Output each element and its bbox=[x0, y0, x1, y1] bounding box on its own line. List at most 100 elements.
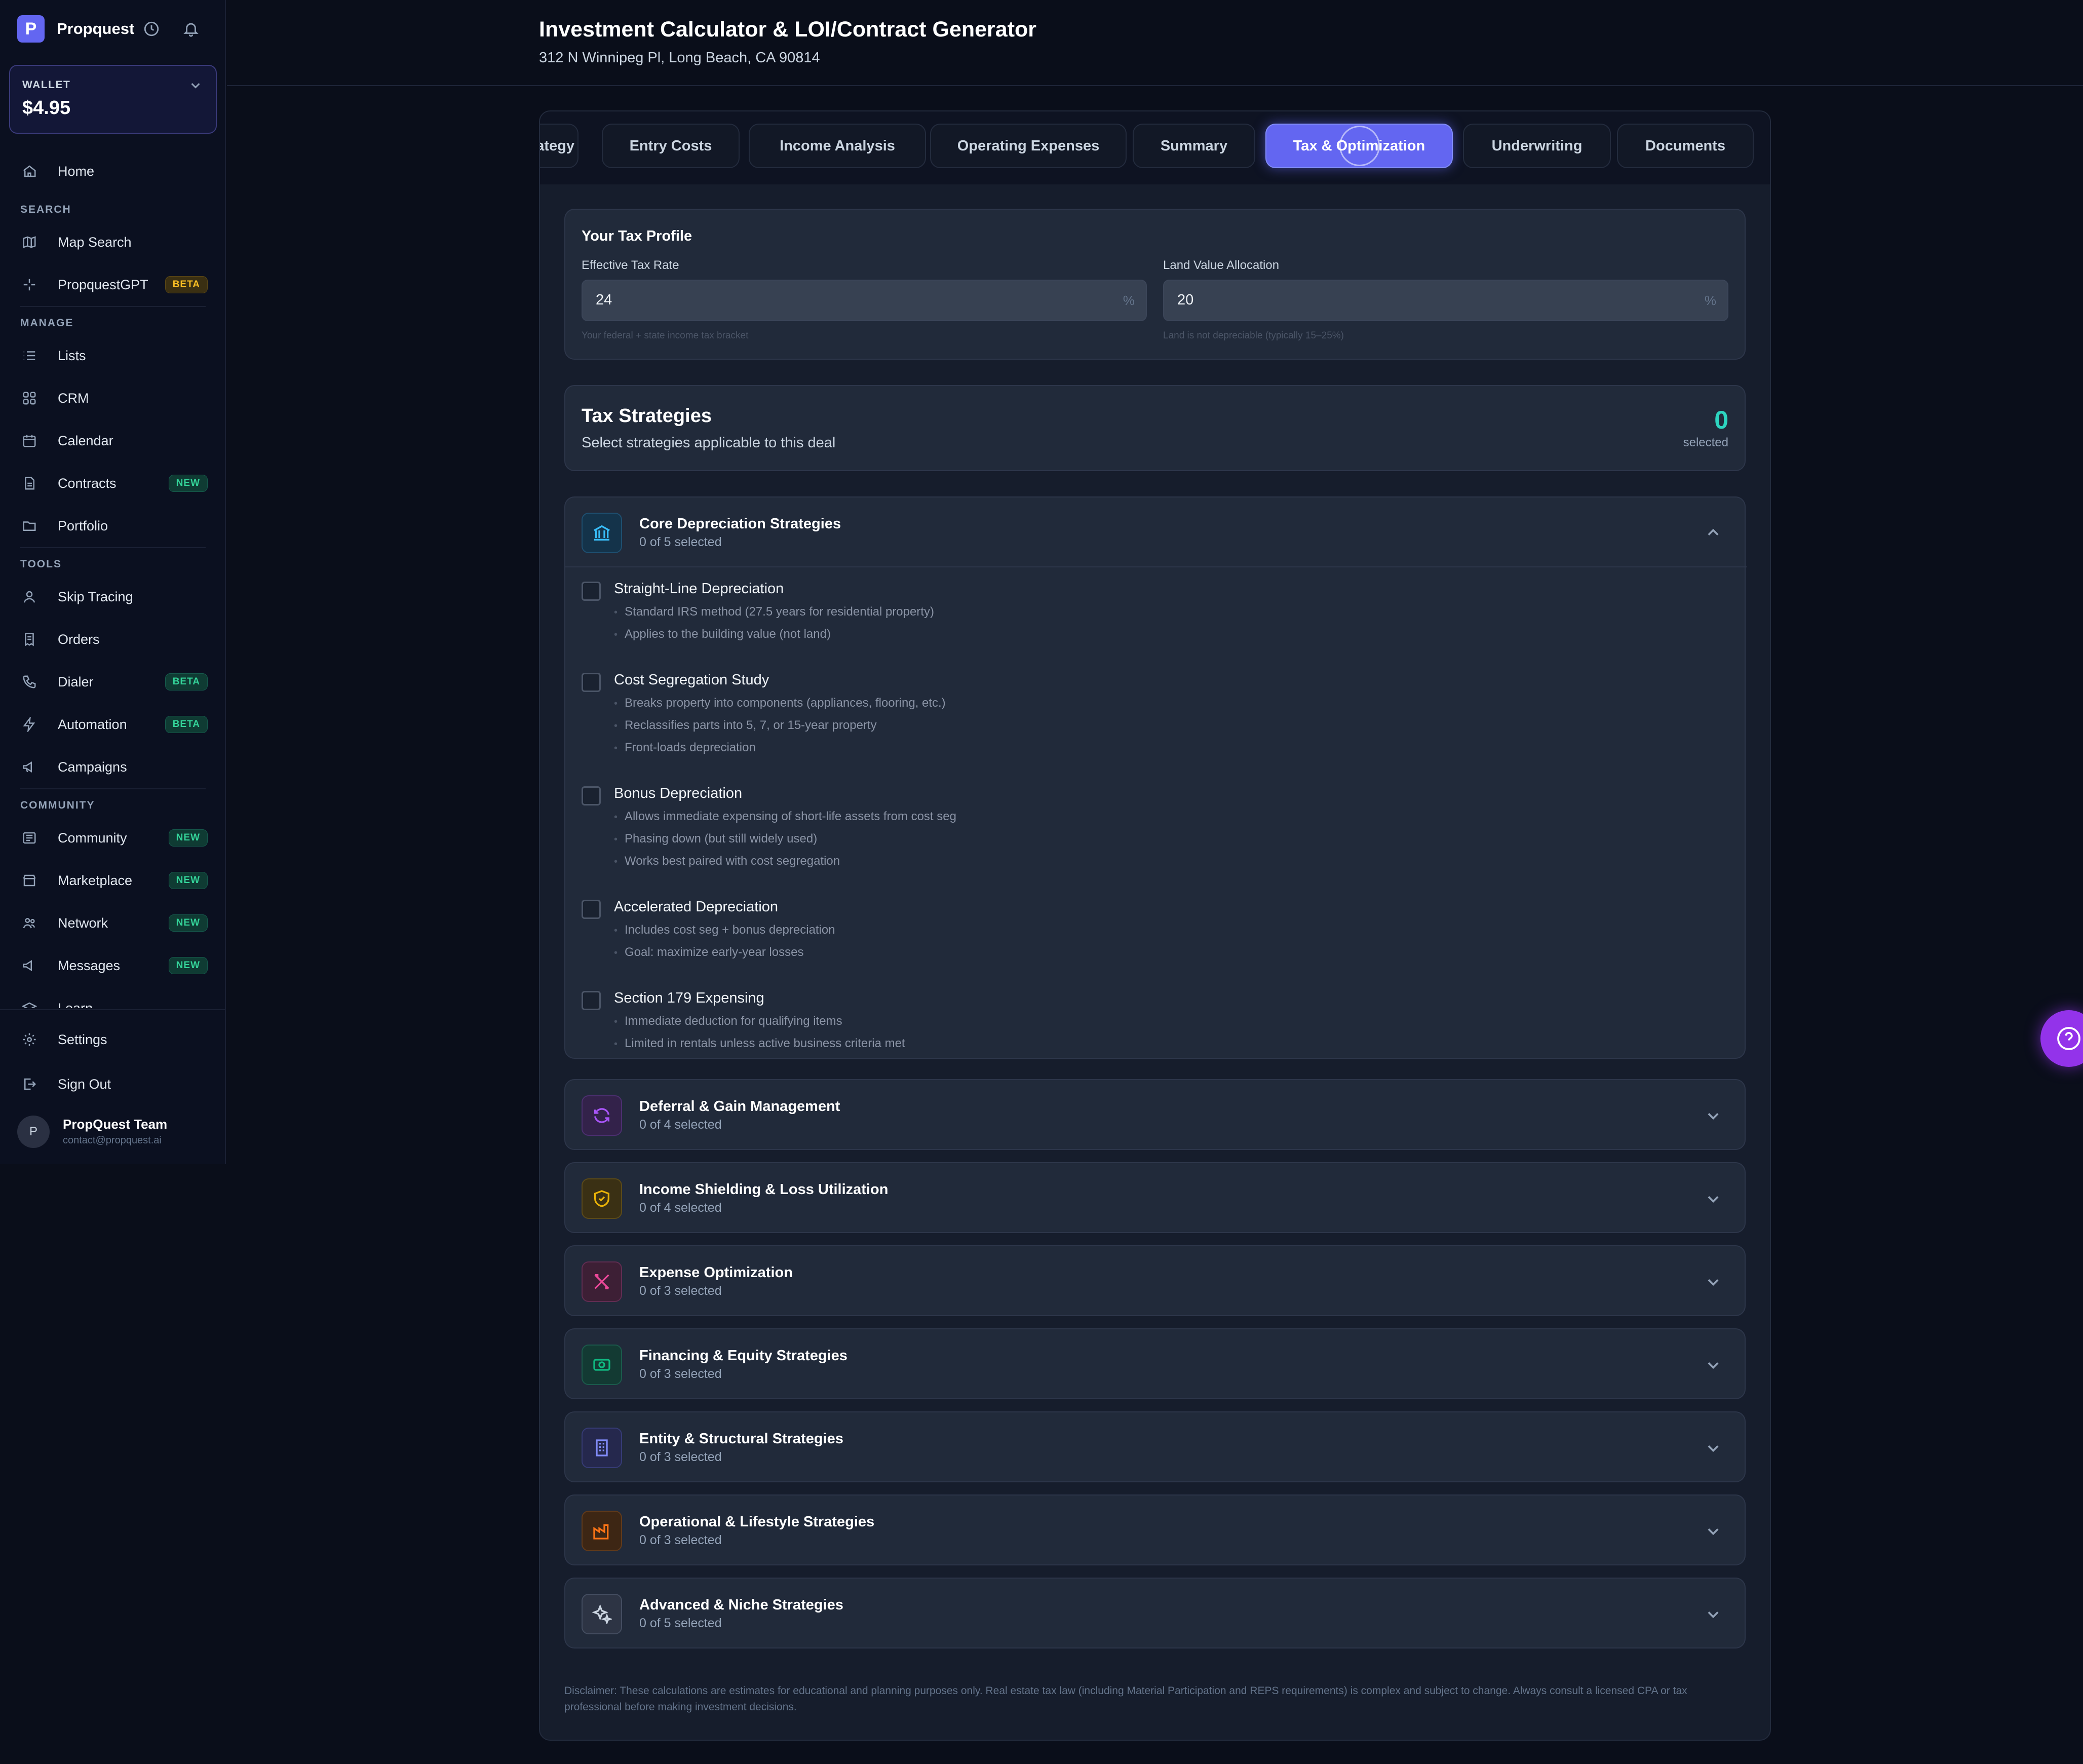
nav-sign-out[interactable]: Sign Out bbox=[20, 1069, 208, 1099]
megaphone-icon bbox=[20, 956, 38, 975]
land-value-field[interactable]: % bbox=[1163, 280, 1728, 321]
category-financing-equity[interactable]: Financing & Equity Strategies 0 of 3 sel… bbox=[564, 1328, 1746, 1399]
tax-rate-label: Effective Tax Rate bbox=[582, 258, 679, 272]
clock-icon[interactable] bbox=[137, 14, 166, 44]
checkbox[interactable] bbox=[582, 900, 601, 919]
chevron-down-icon[interactable] bbox=[1702, 1603, 1724, 1625]
strategy-item[interactable]: Section 179 Expensing Immediate deductio… bbox=[582, 990, 1696, 1056]
tax-rate-field[interactable]: % bbox=[582, 280, 1147, 321]
chevron-down-icon[interactable] bbox=[1702, 1520, 1724, 1542]
category-title: Advanced & Niche Strategies bbox=[639, 1597, 843, 1613]
category-count: 0 of 5 selected bbox=[639, 535, 722, 549]
category-advanced-niche[interactable]: Advanced & Niche Strategies 0 of 5 selec… bbox=[564, 1578, 1746, 1648]
newspaper-icon bbox=[20, 829, 38, 847]
nav-marketplace[interactable]: Marketplace NEW bbox=[20, 865, 208, 896]
nav-campaigns[interactable]: Campaigns bbox=[20, 752, 208, 782]
avatar[interactable]: P bbox=[17, 1116, 50, 1148]
land-value-hint: Land is not depreciable (typically 15–25… bbox=[1163, 330, 1344, 341]
divider bbox=[0, 1009, 226, 1010]
cursor-indicator bbox=[1339, 126, 1380, 166]
tab-strategy[interactable]: ategy bbox=[540, 124, 578, 168]
help-button[interactable] bbox=[2040, 1010, 2083, 1067]
sidebar: P Propquest WALLET $4.95 Home SEARCH Map… bbox=[0, 0, 226, 1164]
tab-summary[interactable]: Summary bbox=[1133, 124, 1255, 168]
nav-label: Skip Tracing bbox=[58, 589, 133, 604]
nav-label: Orders bbox=[58, 631, 100, 647]
chevron-down-icon[interactable] bbox=[1702, 1354, 1724, 1376]
user-name: PropQuest Team bbox=[63, 1117, 168, 1132]
bell-icon[interactable] bbox=[176, 14, 206, 44]
tab-operating-expenses[interactable]: Operating Expenses bbox=[930, 124, 1127, 168]
nav-label: Messages bbox=[58, 957, 121, 973]
beta-badge: BETA bbox=[165, 276, 208, 293]
banknote-icon bbox=[582, 1345, 622, 1385]
checkbox[interactable] bbox=[582, 673, 601, 692]
folder-icon bbox=[20, 517, 38, 535]
category-expense-optimization[interactable]: Expense Optimization 0 of 3 selected bbox=[564, 1245, 1746, 1316]
nav-learn[interactable]: Learn bbox=[20, 993, 208, 1008]
nav-portfolio[interactable]: Portfolio bbox=[20, 511, 208, 541]
category-deferral-gain[interactable]: Deferral & Gain Management 0 of 4 select… bbox=[564, 1079, 1746, 1150]
strategy-bullet: Reclassifies parts into 5, 7, or 15-year… bbox=[614, 718, 877, 733]
strategy-item[interactable]: Accelerated Depreciation Includes cost s… bbox=[582, 899, 1696, 965]
category-income-shielding[interactable]: Income Shielding & Loss Utilization 0 of… bbox=[564, 1162, 1746, 1233]
nav-label: Sign Out bbox=[58, 1076, 111, 1092]
nav-automation[interactable]: Automation BETA bbox=[20, 709, 208, 740]
category-title[interactable]: Core Depreciation Strategies bbox=[639, 516, 841, 532]
chevron-down-icon[interactable] bbox=[1702, 1187, 1724, 1210]
gear-icon bbox=[20, 1030, 38, 1049]
strategy-bullet: Allows immediate expensing of short-life… bbox=[614, 810, 956, 824]
nav-calendar[interactable]: Calendar bbox=[20, 426, 208, 456]
chevron-up-icon[interactable] bbox=[1702, 522, 1724, 544]
land-value-input[interactable] bbox=[1177, 292, 1633, 309]
nav-lists[interactable]: Lists bbox=[20, 340, 208, 371]
tax-strategies-card: Tax Strategies Select strategies applica… bbox=[564, 385, 1746, 471]
nav-network[interactable]: Network NEW bbox=[20, 908, 208, 938]
tax-profile-card: Your Tax Profile Effective Tax Rate % Yo… bbox=[564, 209, 1746, 360]
nav-settings[interactable]: Settings bbox=[20, 1024, 208, 1055]
nav-label: Home bbox=[58, 163, 95, 179]
nav-dialer[interactable]: Dialer BETA bbox=[20, 667, 208, 697]
nav-crm[interactable]: CRM bbox=[20, 383, 208, 413]
strategy-bullet: Includes cost seg + bonus depreciation bbox=[614, 923, 835, 937]
wallet-card[interactable]: WALLET $4.95 bbox=[9, 65, 217, 134]
nav-orders[interactable]: Orders bbox=[20, 624, 208, 655]
factory-icon bbox=[582, 1511, 622, 1551]
category-operational-lifestyle[interactable]: Operational & Lifestyle Strategies 0 of … bbox=[564, 1494, 1746, 1565]
tab-underwriting[interactable]: Underwriting bbox=[1463, 124, 1611, 168]
nav-label: Settings bbox=[58, 1031, 107, 1047]
strategy-item[interactable]: Cost Segregation Study Breaks property i… bbox=[582, 672, 1696, 758]
strategy-item[interactable]: Bonus Depreciation Allows immediate expe… bbox=[582, 785, 1696, 871]
tab-income-analysis[interactable]: Income Analysis bbox=[749, 124, 926, 168]
checkbox[interactable] bbox=[582, 786, 601, 806]
question-circle-icon bbox=[2057, 1027, 2080, 1050]
tax-strategies-subtitle: Select strategies applicable to this dea… bbox=[582, 435, 836, 451]
nav-contracts[interactable]: Contracts NEW bbox=[20, 468, 208, 498]
nav-skip-tracing[interactable]: Skip Tracing bbox=[20, 582, 208, 612]
chevron-down-icon[interactable] bbox=[1702, 1104, 1724, 1127]
nav-messages[interactable]: Messages NEW bbox=[20, 950, 208, 981]
divider bbox=[20, 306, 206, 307]
strategy-title: Straight-Line Depreciation bbox=[614, 581, 784, 597]
nav-label: Calendar bbox=[58, 433, 113, 448]
tab-entry-costs[interactable]: Entry Costs bbox=[602, 124, 740, 168]
checkbox[interactable] bbox=[582, 582, 601, 601]
chevron-down-icon[interactable] bbox=[1702, 1437, 1724, 1459]
chevron-down-icon[interactable] bbox=[186, 76, 205, 94]
nav-home[interactable]: Home bbox=[20, 156, 208, 186]
checkbox[interactable] bbox=[582, 991, 601, 1010]
property-address: 312 N Winnipeg Pl, Long Beach, CA 90814 bbox=[539, 50, 820, 66]
section-label-community: COMMUNITY bbox=[20, 799, 95, 811]
nav-label: Marketplace bbox=[58, 872, 133, 888]
nav-map-search[interactable]: Map Search bbox=[20, 227, 208, 257]
category-entity-structural[interactable]: Entity & Structural Strategies 0 of 3 se… bbox=[564, 1411, 1746, 1482]
nav-community[interactable]: Community NEW bbox=[20, 823, 208, 853]
category-count: 0 of 3 selected bbox=[639, 1450, 722, 1464]
chevron-down-icon[interactable] bbox=[1702, 1271, 1724, 1293]
nav-propquestgpt[interactable]: PropquestGPT BETA bbox=[20, 270, 208, 300]
tab-documents[interactable]: Documents bbox=[1617, 124, 1754, 168]
calendar-icon bbox=[20, 432, 38, 450]
strategy-item[interactable]: Straight-Line Depreciation Standard IRS … bbox=[582, 581, 1696, 646]
tax-rate-input[interactable] bbox=[596, 292, 1052, 309]
brand[interactable]: P Propquest bbox=[17, 14, 134, 44]
